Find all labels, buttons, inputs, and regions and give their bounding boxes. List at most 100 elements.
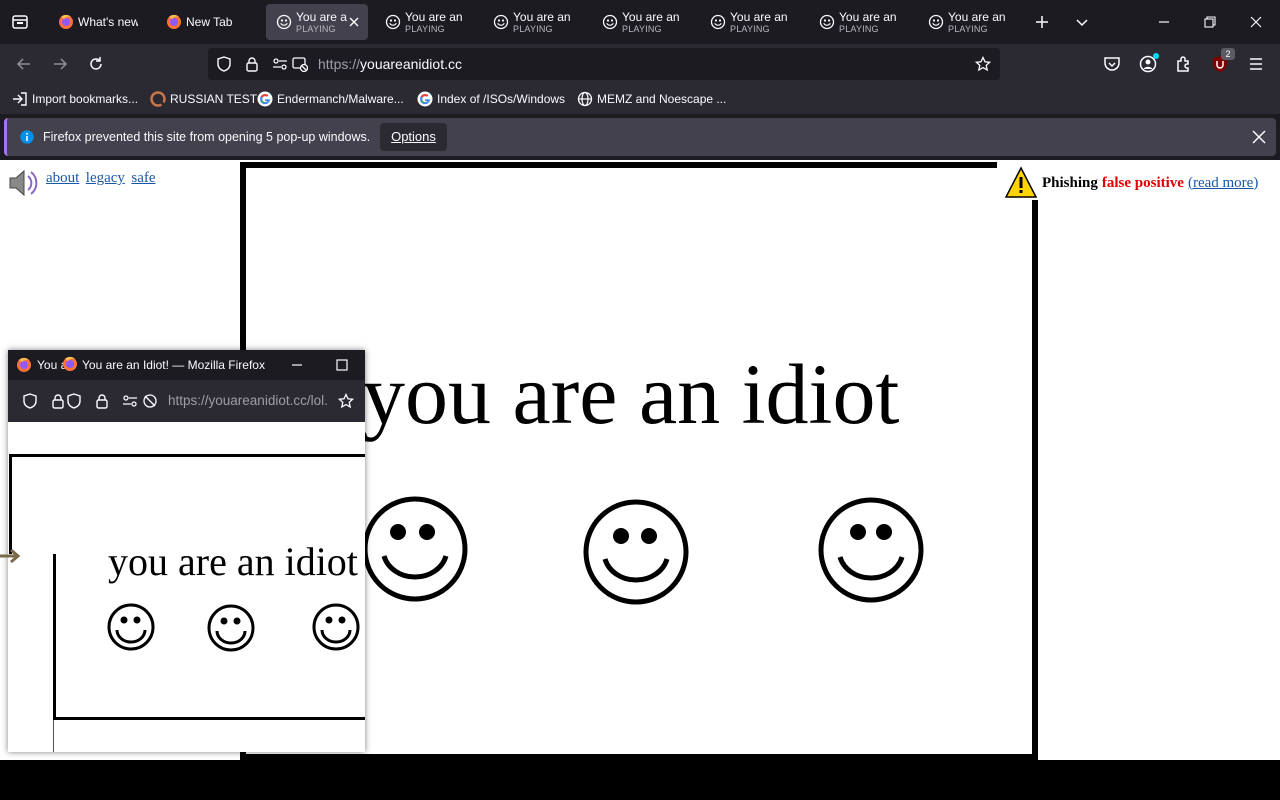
bookmark-memz[interactable]: MEMZ and Noescape ... <box>577 90 726 108</box>
firefox-view-icon <box>12 15 28 29</box>
tab[interactable]: You are an I PLAYING <box>700 4 800 40</box>
firefox-icon <box>17 357 31 372</box>
extension-badge: 2 <box>1221 48 1235 60</box>
bookmark-label: RUSSIAN TEST <box>170 92 258 106</box>
url-bar[interactable]: https://youareanidiot.cc <box>208 48 1000 80</box>
popup-window[interactable]: You a You are an Idiot! — Mozilla Firefo… <box>8 350 365 752</box>
new-tab-button[interactable] <box>1028 8 1056 36</box>
autoplay-blocked-icon[interactable] <box>292 56 308 72</box>
shield-icon[interactable] <box>22 393 38 409</box>
app-menu-button[interactable] <box>1242 50 1270 78</box>
bookmarks-toolbar: Import bookmarks... RUSSIAN TEST Enderma… <box>0 84 1280 114</box>
warning-icon <box>1004 166 1038 198</box>
firefox-icon <box>63 356 77 371</box>
url-protocol: https:// <box>318 56 361 72</box>
close-tab-icon[interactable] <box>346 14 362 30</box>
minimize-icon[interactable] <box>290 358 304 372</box>
safe-link[interactable]: safe <box>131 170 155 186</box>
google-icon <box>257 91 273 107</box>
puzzle-icon <box>1177 56 1189 72</box>
permissions-icon[interactable] <box>272 56 288 72</box>
hamburger-icon <box>1250 58 1262 70</box>
url-text[interactable]: https://youareanidiot.cc <box>318 56 462 72</box>
tab[interactable]: You are an PLAYING <box>918 4 1018 40</box>
tab[interactable]: New Tab <box>156 4 256 40</box>
lock-icon[interactable] <box>244 56 260 72</box>
bookmark-star-icon[interactable] <box>338 393 354 409</box>
bookmark-star-icon[interactable] <box>975 56 991 72</box>
speaker-icon[interactable] <box>6 166 40 200</box>
minimize-icon <box>1159 21 1169 23</box>
phishing-status: false positive <box>1101 174 1184 191</box>
bookmark-isos-windows[interactable]: Index of /ISOs/Windows <box>417 90 565 108</box>
tab[interactable]: You are an I PLAYING <box>375 4 475 40</box>
legacy-link[interactable]: legacy <box>86 170 125 186</box>
popup-frame-top <box>9 454 365 457</box>
pocket-button[interactable] <box>1098 50 1126 78</box>
page-links: about legacy safe <box>46 169 156 187</box>
popup-url-text[interactable]: https://youareanidiot.cc/lol. <box>168 393 328 408</box>
popup-title-prefix: You a <box>37 358 65 372</box>
smiley-face-icon <box>362 496 468 602</box>
ublock-button[interactable]: 2 <box>1206 48 1235 78</box>
globe-icon <box>577 91 593 107</box>
frame-border-top <box>240 162 997 168</box>
tab-playing-label: PLAYING <box>730 24 770 34</box>
tab-playing-label: PLAYING <box>513 24 553 34</box>
popup-headline: you are an idiot <box>108 539 358 584</box>
close-icon <box>1250 16 1262 28</box>
tab[interactable]: You are an I PLAYING <box>809 4 909 40</box>
firefox-view-button[interactable] <box>6 8 34 36</box>
maximize-icon[interactable] <box>335 358 349 372</box>
popup-titlebar[interactable]: You a You are an Idiot! — Mozilla Firefo… <box>8 350 365 380</box>
restore-icon <box>1204 16 1216 28</box>
popup-url-bar[interactable]: https://youareanidiot.cc/lol. <box>8 380 365 422</box>
smiley-icon <box>710 14 726 30</box>
smiley-icon <box>602 14 618 30</box>
back-button[interactable] <box>10 50 38 78</box>
tab[interactable]: What's new <box>48 4 148 40</box>
smiley-face-icon <box>107 603 155 651</box>
close-notification-icon[interactable] <box>1251 129 1267 145</box>
forward-button[interactable] <box>46 50 74 78</box>
restore-button[interactable] <box>1196 8 1224 36</box>
tab-title: You are an <box>948 10 1006 24</box>
bookmark-russian-test[interactable]: RUSSIAN TEST <box>150 90 257 108</box>
extensions-button[interactable] <box>1170 50 1198 78</box>
about-link[interactable]: about <box>46 170 79 186</box>
tab-strip: What's new New Tab You are a PLAYING You are… <box>0 0 1280 44</box>
arrow-right-icon <box>54 58 68 70</box>
phishing-notice: Phishing false positive (read more) <box>1004 166 1258 200</box>
tab-title: New Tab <box>186 15 233 29</box>
url-host: youareanidiot.cc <box>360 56 462 72</box>
autoplay-blocked-icon[interactable] <box>142 393 158 409</box>
close-window-button[interactable] <box>1242 8 1270 36</box>
shield-icon[interactable] <box>66 393 82 409</box>
account-button[interactable] <box>1134 50 1162 78</box>
bookmark-label: MEMZ and Noescape ... <box>597 92 727 106</box>
chevron-down-icon <box>1076 19 1088 27</box>
smiley-icon <box>819 14 835 30</box>
reload-button[interactable] <box>82 50 110 78</box>
shield-icon[interactable] <box>216 56 232 72</box>
bookmark-endermanch[interactable]: Endermanch/Malware... <box>257 90 404 108</box>
smiley-face-icon <box>312 603 360 651</box>
tab[interactable]: You are an I PLAYING <box>483 4 583 40</box>
list-all-tabs-button[interactable] <box>1068 8 1096 36</box>
bookmark-label: Index of /ISOs/Windows <box>437 92 566 106</box>
permissions-icon[interactable] <box>122 393 138 409</box>
options-button[interactable]: Options <box>380 123 447 151</box>
tab[interactable]: You are an I PLAYING <box>592 4 692 40</box>
lock-icon[interactable] <box>50 393 66 409</box>
arrow-left-icon <box>16 58 30 70</box>
minimize-button[interactable] <box>1150 8 1178 36</box>
read-more-link[interactable]: (read more) <box>1188 175 1258 192</box>
frame-border-right <box>1032 200 1038 760</box>
smiley-icon <box>385 14 401 30</box>
firefox-icon <box>167 14 181 29</box>
bookmark-import[interactable]: Import bookmarks... <box>12 90 138 108</box>
smiley-face-icon <box>207 604 255 652</box>
tab-playing-label: PLAYING <box>839 24 879 34</box>
tab[interactable]: You are a PLAYING <box>266 4 368 40</box>
lock-icon[interactable] <box>94 393 110 409</box>
